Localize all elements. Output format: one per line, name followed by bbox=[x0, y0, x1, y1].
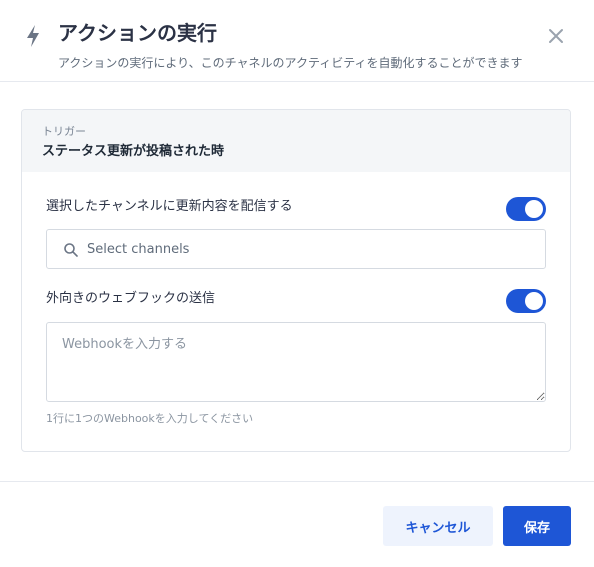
trigger-label: トリガー bbox=[42, 125, 86, 138]
modal-footer: キャンセル 保存 bbox=[0, 481, 594, 567]
action-card: トリガー ステータス更新が投稿された時 選択したチャンネルに更新内容を配信する … bbox=[21, 109, 571, 452]
trigger-value: ステータス更新が投稿された時 bbox=[42, 144, 225, 159]
modal-header: アクションの実行 アクションの実行により、このチャネルのアクティビティを自動化す… bbox=[0, 0, 594, 82]
broadcast-label: 選択したチャンネルに更新内容を配信する bbox=[46, 199, 293, 214]
webhook-textarea[interactable] bbox=[46, 322, 546, 402]
cancel-button[interactable]: キャンセル bbox=[383, 506, 493, 546]
webhook-hint: 1行に1つのWebhookを入力してください bbox=[46, 412, 254, 425]
run-actions-modal: アクションの実行 アクションの実行により、このチャネルのアクティビティを自動化す… bbox=[0, 0, 594, 567]
close-icon[interactable] bbox=[546, 26, 566, 46]
bolt-icon bbox=[27, 25, 39, 47]
modal-subtitle: アクションの実行により、このチャネルのアクティビティを自動化することができます bbox=[58, 56, 523, 70]
channel-search-box[interactable] bbox=[46, 229, 546, 269]
webhook-label: 外向きのウェブフックの送信 bbox=[46, 291, 216, 306]
save-button[interactable]: 保存 bbox=[503, 506, 571, 546]
webhook-toggle[interactable] bbox=[506, 289, 546, 313]
trigger-section: トリガー ステータス更新が投稿された時 bbox=[22, 110, 570, 172]
modal-title: アクションの実行 bbox=[58, 21, 217, 45]
broadcast-toggle[interactable] bbox=[506, 197, 546, 221]
channel-search-input[interactable] bbox=[87, 230, 527, 268]
search-icon bbox=[64, 243, 78, 257]
